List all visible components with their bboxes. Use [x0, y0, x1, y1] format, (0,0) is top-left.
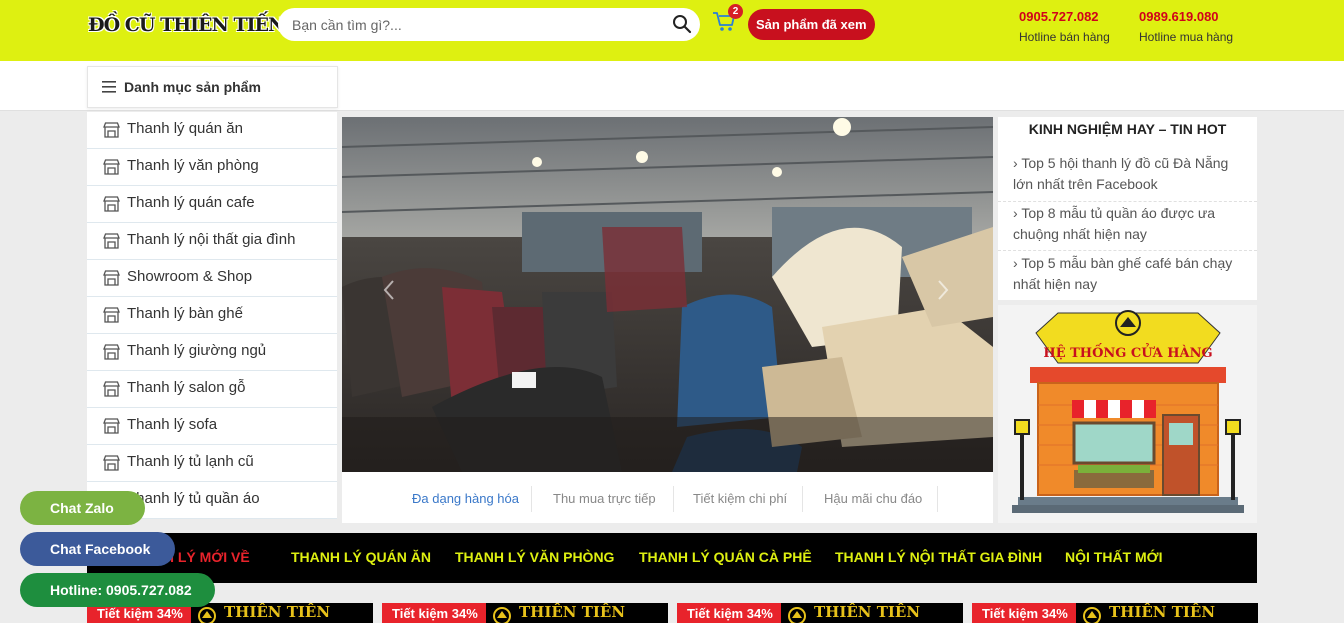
- store-banner-text: HỆ THỐNG CỬA HÀNG: [1043, 343, 1212, 361]
- store-icon: [103, 233, 120, 249]
- slider-tab[interactable]: Đa dạng hàng hóa: [412, 491, 519, 506]
- news-item[interactable]: › Top 5 mẫu bàn ghế café bán chạy nhất h…: [1013, 253, 1249, 295]
- site-logo[interactable]: ĐỒ CŨ THIÊN TIẾN: [88, 14, 285, 36]
- news-divider: [998, 201, 1257, 202]
- chevron-right-icon: ›: [1013, 205, 1018, 221]
- storefront-illustration: HỆ THỐNG CỬA HÀNG: [998, 305, 1257, 523]
- news-item[interactable]: › Top 8 mẫu tủ quần áo được ưa chuộng nh…: [1013, 203, 1249, 245]
- store-icon: [103, 307, 120, 323]
- hotline-sales-label: Hotline bán hàng: [1019, 30, 1110, 44]
- slider-next-icon[interactable]: [936, 279, 950, 301]
- brand-name: THIÊN TIẾN: [519, 603, 626, 621]
- store-icon: [103, 122, 120, 138]
- chat-zalo-button[interactable]: Chat Zalo: [20, 491, 145, 525]
- hotline-buy[interactable]: 0989.619.080 Hotline mua hàng: [1139, 9, 1233, 44]
- category-label: Thanh lý tủ quần áo: [127, 490, 260, 507]
- menu-item[interactable]: NỘI THẤT MỚI: [1065, 549, 1163, 565]
- store-icon: [103, 344, 120, 360]
- tab-divider: [531, 486, 532, 512]
- category-item[interactable]: Thanh lý tủ lạnh cũ: [87, 445, 337, 482]
- category-label: Thanh lý quán cafe: [127, 194, 255, 211]
- category-label: Thanh lý nội thất gia đình: [127, 231, 296, 248]
- hero-slider: Đa dạng hàng hóa Thu mua trực tiếp Tiết …: [342, 117, 993, 523]
- brand-name: THIÊN TIẾN: [224, 603, 331, 621]
- category-menu-button[interactable]: Danh mục sản phẩm: [87, 66, 338, 108]
- category-item[interactable]: Thanh lý salon gỗ: [87, 371, 337, 408]
- store-icon: [103, 455, 120, 471]
- category-menu-label: Danh mục sản phẩm: [124, 79, 261, 95]
- tab-divider: [673, 486, 674, 512]
- store-icon: [103, 196, 120, 212]
- category-item[interactable]: Thanh lý giường ngủ: [87, 334, 337, 371]
- brand-logo-icon: [788, 607, 806, 623]
- discount-badge: Tiết kiệm 34%: [972, 603, 1076, 623]
- category-label: Thanh lý salon gỗ: [127, 379, 246, 396]
- brand-name: THIÊN TIẾN: [814, 603, 921, 621]
- discount-badge: Tiết kiệm 34%: [677, 603, 781, 623]
- discount-badge: Tiết kiệm 34%: [382, 603, 486, 623]
- slider-tab[interactable]: Hậu mãi chu đáo: [824, 491, 922, 506]
- brand-logo-icon: [198, 607, 216, 623]
- hotline-buy-number: 0989.619.080: [1139, 9, 1219, 24]
- search-input[interactable]: [292, 8, 662, 41]
- product-card[interactable]: Tiết kiệm 34% THIÊN TIẾN: [382, 603, 668, 623]
- slider-tabs: Đa dạng hàng hóa Thu mua trực tiếp Tiết …: [342, 474, 993, 523]
- news-item[interactable]: › Top 5 hội thanh lý đồ cũ Đà Nẵng lớn n…: [1013, 153, 1249, 195]
- main-menu-bar: THANH LÝ MỚI VỀ THANH LÝ QUÁN ĂN THANH L…: [87, 533, 1257, 583]
- hamburger-icon: [102, 81, 116, 93]
- hotline-call-button[interactable]: Hotline: 0905.727.082: [20, 573, 215, 607]
- store-icon: [103, 270, 120, 286]
- category-label: Showroom & Shop: [127, 268, 253, 285]
- tab-divider: [802, 486, 803, 512]
- store-icon: [103, 159, 120, 175]
- chevron-right-icon: ›: [1013, 255, 1018, 271]
- hotline-sales[interactable]: 0905.727.082 Hotline bán hàng: [1019, 9, 1110, 44]
- search-bar: [278, 8, 700, 41]
- cart-count-badge: 2: [728, 4, 743, 19]
- menu-item[interactable]: THANH LÝ QUÁN ĂN: [291, 549, 431, 565]
- slide-image[interactable]: [342, 117, 993, 472]
- category-item[interactable]: Thanh lý bàn ghế: [87, 297, 337, 334]
- brand-logo-icon: [493, 607, 511, 623]
- store-system-banner[interactable]: HỆ THỐNG CỬA HÀNG: [998, 305, 1257, 523]
- news-title: KINH NGHIỆM HAY – TIN HOT: [1028, 121, 1227, 137]
- category-item[interactable]: Thanh lý quán ăn: [87, 112, 337, 149]
- category-item[interactable]: Thanh lý quán cafe: [87, 186, 337, 223]
- search-icon[interactable]: [672, 14, 692, 34]
- news-panel: KINH NGHIỆM HAY – TIN HOT › Top 5 hội th…: [998, 117, 1257, 300]
- store-icon: [103, 381, 120, 397]
- category-label: Thanh lý tủ lạnh cũ: [127, 453, 254, 470]
- category-label: Thanh lý quán ăn: [127, 120, 243, 137]
- brand-logo-icon: [1083, 607, 1101, 623]
- news-item-text: Top 8 mẫu tủ quần áo được ưa chuộng nhất…: [1013, 205, 1216, 242]
- menu-item[interactable]: THANH LÝ NỘI THẤT GIA ĐÌNH: [835, 549, 1042, 565]
- chevron-right-icon: ›: [1013, 155, 1018, 171]
- brand-name: THIÊN TIẾN: [1109, 603, 1216, 621]
- category-list: Thanh lý quán ăn Thanh lý văn phòng Than…: [87, 112, 337, 519]
- news-divider: [998, 250, 1257, 251]
- hotline-buy-label: Hotline mua hàng: [1139, 30, 1234, 44]
- menu-item[interactable]: THANH LÝ VĂN PHÒNG: [455, 549, 614, 565]
- category-label: Thanh lý bàn ghế: [127, 305, 243, 322]
- category-item[interactable]: Showroom & Shop: [87, 260, 337, 297]
- product-card[interactable]: Tiết kiệm 34% THIÊN TIẾN: [677, 603, 963, 623]
- category-label: Thanh lý sofa: [127, 416, 218, 433]
- news-item-text: Top 5 hội thanh lý đồ cũ Đà Nẵng lớn nhấ…: [1013, 155, 1229, 192]
- category-item[interactable]: Thanh lý văn phòng: [87, 149, 337, 186]
- category-item[interactable]: Thanh lý nội thất gia đình: [87, 223, 337, 260]
- hotline-sales-number: 0905.727.082: [1019, 9, 1099, 24]
- chat-facebook-button[interactable]: Chat Facebook: [20, 532, 175, 566]
- slider-tab[interactable]: Thu mua trực tiếp: [553, 491, 656, 506]
- slider-prev-icon[interactable]: [382, 279, 396, 301]
- tab-divider: [937, 486, 938, 512]
- slider-tab[interactable]: Tiết kiệm chi phí: [693, 491, 787, 506]
- category-item[interactable]: Thanh lý sofa: [87, 408, 337, 445]
- menu-item[interactable]: THANH LÝ QUÁN CÀ PHÊ: [639, 549, 812, 565]
- category-label: Thanh lý giường ngủ: [127, 342, 267, 359]
- news-item-text: Top 5 mẫu bàn ghế café bán chạy nhất hiệ…: [1013, 255, 1233, 292]
- category-label: Thanh lý văn phòng: [127, 157, 259, 174]
- viewed-products-button[interactable]: Sản phẩm đã xem: [748, 9, 875, 40]
- store-icon: [103, 418, 120, 434]
- product-card[interactable]: Tiết kiệm 34% THIÊN TIẾN: [972, 603, 1258, 623]
